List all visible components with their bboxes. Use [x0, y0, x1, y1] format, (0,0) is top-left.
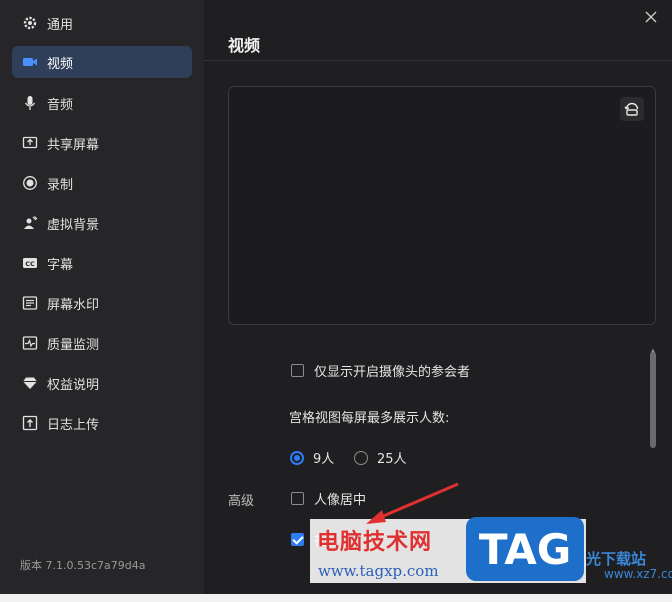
video-preview [228, 86, 656, 325]
gear-icon [21, 14, 39, 32]
watermark-url: www.tagxp.com [318, 562, 439, 580]
sidebar-item-label: 屏幕水印 [47, 297, 100, 313]
close-icon [645, 11, 657, 23]
sidebar: 通用 视频 音频 共享屏幕 录制 虚拟背景 CC 字幕 屏幕水印 质量监测 权益… [0, 0, 204, 602]
rotate-camera-button[interactable] [620, 97, 644, 121]
red-arrow-annotation [366, 482, 459, 524]
only-camera-on-checkbox[interactable] [291, 364, 304, 377]
sidebar-item-benefits[interactable]: 权益说明 [12, 367, 192, 399]
grid-25-radio[interactable] [354, 450, 368, 465]
sidebar-item-label: 录制 [47, 177, 74, 193]
grid-option-25[interactable]: 25人 [354, 448, 407, 467]
sidebar-item-record[interactable]: 录制 [12, 167, 192, 199]
sidebar-item-audio[interactable]: 音频 [12, 87, 192, 119]
watermark-logo: TAG [466, 517, 584, 581]
sidebar-item-captions[interactable]: CC 字幕 [12, 247, 192, 279]
sidebar-item-label: 质量监测 [47, 337, 100, 353]
grid-9-label: 9人 [313, 452, 335, 467]
sidebar-item-label: 权益说明 [47, 377, 100, 393]
sidebar-item-virtual-background[interactable]: 虚拟背景 [12, 207, 192, 239]
checked-option-checkbox[interactable] [291, 533, 304, 546]
only-camera-on-label: 仅显示开启摄像头的参会者 [314, 365, 471, 380]
microphone-icon [21, 94, 39, 112]
watermark-right-url: www.xz7.com [604, 567, 672, 581]
close-button[interactable] [640, 6, 662, 28]
grid-max-label: 宫格视图每屏最多展示人数: [289, 411, 450, 426]
sidebar-item-video[interactable]: 视频 [12, 46, 192, 78]
svg-text:CC: CC [25, 260, 35, 268]
sidebar-item-log-upload[interactable]: 日志上传 [12, 407, 192, 439]
log-upload-icon [21, 414, 39, 432]
advanced-label: 高级 [228, 494, 255, 509]
video-camera-icon [21, 53, 39, 71]
only-camera-on-option[interactable]: 仅显示开启摄像头的参会者 [291, 361, 470, 380]
grid-9-radio[interactable] [290, 450, 304, 465]
bottom-edge [0, 594, 672, 602]
sidebar-item-label: 通用 [47, 17, 74, 33]
watermark-right-text: 光下载站 [586, 550, 647, 568]
grid-25-label: 25人 [377, 452, 407, 467]
share-screen-icon [21, 134, 39, 152]
sidebar-item-label: 视频 [47, 56, 74, 72]
captions-icon: CC [21, 254, 39, 272]
sidebar-item-share-screen[interactable]: 共享屏幕 [12, 127, 192, 159]
record-icon [21, 174, 39, 192]
center-portrait-checkbox[interactable] [291, 492, 304, 505]
sidebar-item-general[interactable]: 通用 [12, 7, 192, 39]
sidebar-item-watermark[interactable]: 屏幕水印 [12, 287, 192, 319]
title-divider [204, 60, 672, 61]
sidebar-item-quality-monitor[interactable]: 质量监测 [12, 327, 192, 359]
grid-option-9[interactable]: 9人 [290, 448, 334, 467]
sidebar-item-label: 音频 [47, 97, 74, 113]
sidebar-item-label: 日志上传 [47, 417, 100, 433]
virtual-background-icon [21, 214, 39, 232]
sidebar-item-label: 虚拟背景 [47, 217, 100, 233]
rotate-icon [624, 102, 639, 116]
page-title: 视频 [228, 36, 261, 55]
center-portrait-label: 人像居中 [314, 493, 367, 508]
diamond-icon [21, 374, 39, 392]
sidebar-item-label: 共享屏幕 [47, 137, 100, 153]
scrollbar-thumb[interactable] [650, 352, 656, 448]
center-portrait-option[interactable]: 人像居中 [291, 489, 366, 508]
settings-window: 通用 视频 音频 共享屏幕 录制 虚拟背景 CC 字幕 屏幕水印 质量监测 权益… [0, 0, 672, 602]
sidebar-item-label: 字幕 [47, 257, 74, 273]
watermark-icon [21, 294, 39, 312]
quality-monitor-icon [21, 334, 39, 352]
version-text: 版本 7.1.0.53c7a79d4a [20, 559, 146, 572]
